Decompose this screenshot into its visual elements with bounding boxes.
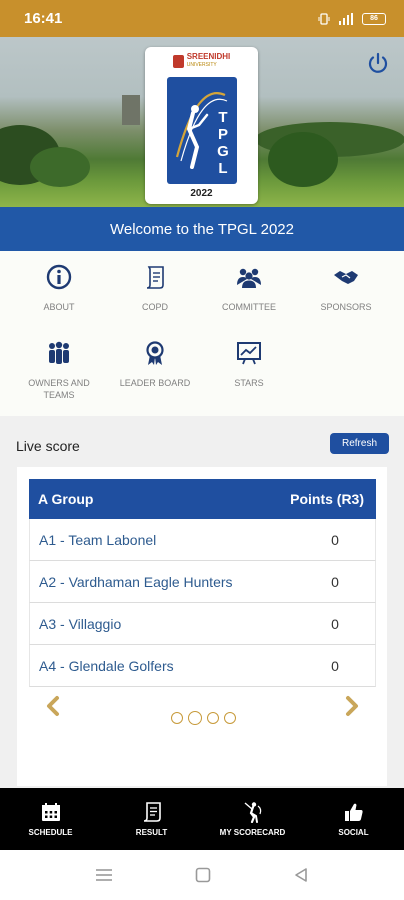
welcome-text: Welcome to the TPGL 2022 <box>110 220 294 238</box>
handshake-icon <box>334 271 358 284</box>
score-table: A Group Points (R3) A1 - Team Labonel 0 … <box>29 479 376 687</box>
team-name: A2 - Vardhaman Eagle Hunters <box>39 573 233 590</box>
tree-shape <box>30 147 90 187</box>
building-shape <box>122 95 140 125</box>
menu-label: ABOUT <box>43 302 75 312</box>
menu-grid: ABOUT COPD COMMITTEE SPONSORS OWNERS AND… <box>0 251 404 416</box>
menu-label: COMMITTEE <box>222 302 276 312</box>
menu-icon[interactable] <box>95 868 113 882</box>
group-icon <box>237 268 261 288</box>
team-name: A1 - Team Labonel <box>39 531 157 548</box>
menu-label: SPONSORS <box>320 302 372 312</box>
refresh-label: Refresh <box>341 438 377 449</box>
team-name: A3 - Villaggio <box>39 615 122 632</box>
pagination-dot[interactable] <box>207 712 219 724</box>
info-icon <box>46 264 72 290</box>
tab-label: MY SCORECARD <box>219 828 286 837</box>
team-points: 0 <box>331 657 339 674</box>
university-name: SREENIDHI <box>186 52 231 61</box>
hero-banner: SREENIDHI UNIVERSITY TPGL 2022 <box>0 37 404 207</box>
thumbs-up-icon <box>344 803 363 821</box>
medal-icon <box>146 341 164 365</box>
menu-item-leader-board[interactable]: LEADER BOARD <box>107 339 203 389</box>
menu-label: STARS <box>234 378 264 388</box>
logo-year: 2022 <box>190 188 213 199</box>
university-mark-icon <box>172 54 184 68</box>
tournament-logo: SREENIDHI UNIVERSITY TPGL 2022 <box>145 47 258 204</box>
status-time: 16:41 <box>24 10 63 27</box>
tab-label: SOCIAL <box>338 828 369 837</box>
scroll-icon <box>143 802 161 822</box>
power-icon[interactable] <box>366 51 390 75</box>
chevron-right-icon[interactable] <box>343 695 361 717</box>
live-score-label: Live score <box>16 438 80 454</box>
tab-result[interactable]: RESULT <box>101 788 202 850</box>
menu-item-owners-and-teams[interactable]: OWNERS AND TEAMS <box>11 339 107 401</box>
tab-social[interactable]: SOCIAL <box>303 788 404 850</box>
menu-item-about[interactable]: ABOUT <box>11 263 107 313</box>
pagination-dots <box>171 711 236 725</box>
menu-label: OWNERS AND TEAMS <box>28 378 90 400</box>
score-card[interactable]: A Group Points (R3) A1 - Team Labonel 0 … <box>17 467 387 786</box>
menu-item-sponsors[interactable]: SPONSORS <box>298 263 394 313</box>
table-row[interactable]: A4 - Glendale Golfers 0 <box>29 645 376 687</box>
points-header: Points (R3) <box>290 491 364 507</box>
tab-schedule[interactable]: SCHEDULE <box>0 788 101 850</box>
people-icon <box>49 341 69 364</box>
pagination-dot[interactable] <box>171 712 183 724</box>
team-points: 0 <box>331 531 339 548</box>
tab-label: RESULT <box>135 828 168 837</box>
vibrate-icon <box>318 12 330 25</box>
university-sub: UNIVERSITY <box>186 62 217 68</box>
document-icon <box>146 266 164 289</box>
golfer-icon <box>244 802 261 823</box>
menu-label: LEADER BOARD <box>119 378 191 388</box>
table-header: A Group Points (R3) <box>29 479 376 519</box>
status-bar: 16:41 86 <box>0 0 404 37</box>
system-navigation-bar <box>0 850 404 900</box>
menu-item-copd[interactable]: COPD <box>107 263 203 313</box>
battery-icon: 86 <box>362 12 386 25</box>
university-logo: SREENIDHI UNIVERSITY <box>145 53 258 69</box>
team-points: 0 <box>331 615 339 632</box>
logo-text: TPGL <box>217 109 229 177</box>
table-row[interactable]: A3 - Villaggio 0 <box>29 603 376 645</box>
refresh-button[interactable]: Refresh <box>330 433 389 454</box>
live-score-section: Live score Refresh A Group Points (R3) A… <box>0 416 404 788</box>
status-icons: 86 <box>318 12 386 25</box>
table-row[interactable]: A1 - Team Labonel 0 <box>29 519 376 561</box>
team-name: A4 - Glendale Golfers <box>39 657 174 674</box>
group-header: A Group <box>38 491 94 507</box>
pagination-dot[interactable] <box>224 712 236 724</box>
signal-icon <box>339 12 353 25</box>
tab-label: SCHEDULE <box>28 828 73 837</box>
bottom-tab-bar: SCHEDULE RESULT MY SCORECARD SOCIAL <box>0 788 404 850</box>
welcome-banner: Welcome to the TPGL 2022 <box>0 207 404 251</box>
menu-item-committee[interactable]: COMMITTEE <box>201 263 297 313</box>
menu-item-stars[interactable]: STARS <box>201 339 297 389</box>
chart-board-icon <box>237 342 261 365</box>
logo-panel: TPGL <box>167 77 237 184</box>
home-icon[interactable] <box>195 867 211 883</box>
team-points: 0 <box>331 573 339 590</box>
table-row[interactable]: A2 - Vardhaman Eagle Hunters 0 <box>29 561 376 603</box>
pagination-dot[interactable] <box>188 711 202 725</box>
battery-level: 86 <box>370 15 378 22</box>
back-icon[interactable] <box>293 867 309 883</box>
tree-shape <box>268 132 338 187</box>
calendar-icon <box>41 803 60 821</box>
chevron-left-icon[interactable] <box>44 695 62 717</box>
menu-label: COPD <box>141 302 168 312</box>
tab-my-scorecard[interactable]: MY SCORECARD <box>202 788 303 850</box>
